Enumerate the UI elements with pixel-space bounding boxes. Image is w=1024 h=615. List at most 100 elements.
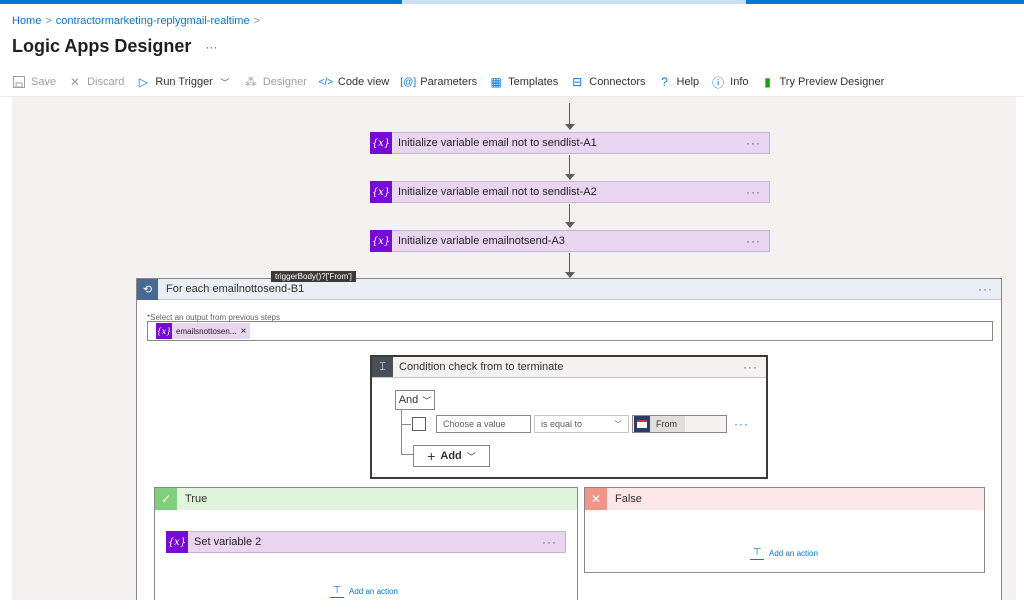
tree-line — [401, 410, 402, 454]
more-options-icon[interactable]: ··· — [743, 360, 766, 374]
parameters-label: Parameters — [420, 76, 478, 88]
add-action-label: Add an action — [769, 548, 818, 558]
action-title: Initialize variable emailnotsend-A3 — [398, 235, 565, 247]
save-button[interactable]: Save — [12, 75, 56, 89]
more-options-icon[interactable]: ··· — [205, 40, 217, 54]
row-checkbox[interactable] — [412, 417, 426, 431]
and-dropdown[interactable]: And ﹀ — [395, 390, 435, 410]
foreach-scope[interactable]: triggerBody()?['From'] ⟲ For each emailn… — [136, 271, 1002, 600]
more-options-icon[interactable]: ··· — [746, 185, 769, 199]
condition-icon: ⌶ — [372, 357, 393, 377]
condition-title: Condition check from to terminate — [399, 361, 564, 373]
more-options-icon[interactable]: ··· — [746, 234, 769, 248]
connector-line — [569, 204, 570, 223]
run-trigger-label: Run Trigger — [155, 76, 213, 88]
condition-card[interactable]: ⌶ Condition check from to terminate ··· … — [370, 355, 768, 479]
save-label: Save — [31, 76, 57, 88]
add-action-icon: ⊤ — [750, 546, 764, 560]
variable-icon: {x} — [370, 181, 392, 203]
templates-icon: ▦ — [490, 75, 502, 89]
connector-line — [569, 155, 570, 175]
action-card-init-a2[interactable]: {x} Initialize variable email not to sen… — [370, 181, 770, 203]
parameters-button[interactable]: [@] Parameters — [400, 75, 478, 89]
close-icon: ✕ — [70, 75, 81, 89]
false-label: False — [615, 493, 642, 505]
from-token-label: From — [656, 419, 677, 429]
info-label: Info — [730, 76, 749, 88]
connector-line — [569, 253, 570, 273]
from-token[interactable]: From — [634, 416, 685, 432]
info-button[interactable]: ⓘ Info — [711, 75, 749, 90]
choose-value-input[interactable]: Choose a value — [436, 415, 531, 433]
connector-arrow — [565, 174, 575, 180]
add-action-icon: ⊤ — [330, 584, 344, 598]
connector-line — [569, 103, 570, 125]
designer-button[interactable]: ⁂ Designer — [244, 75, 307, 89]
add-condition-button[interactable]: + Add ﹀ — [413, 445, 490, 467]
designer-label: Designer — [262, 76, 307, 88]
connectors-button[interactable]: ⊟ Connectors — [570, 75, 645, 89]
token-label: emailsnottosen... — [176, 326, 237, 336]
add-label: Add — [440, 450, 462, 462]
value-input-right[interactable]: From — [632, 415, 727, 433]
more-options-icon[interactable]: ··· — [978, 282, 1001, 296]
more-options-icon[interactable]: ··· — [542, 535, 565, 549]
question-icon: ? — [661, 75, 668, 89]
connectors-icon: ⊟ — [572, 75, 583, 89]
tree-line — [401, 454, 413, 455]
bookmark-icon: ▮ — [764, 75, 771, 89]
true-branch[interactable]: ✓ True {x} Set variable 2 ··· ⊤ Add an a… — [154, 487, 578, 600]
designer-canvas[interactable]: {x} Initialize variable email not to sen… — [12, 97, 1016, 600]
info-icon: ⓘ — [712, 75, 725, 90]
false-branch[interactable]: ✕ False ⊤ Add an action — [584, 487, 985, 573]
add-action-false[interactable]: ⊤ Add an action — [750, 546, 818, 560]
output-token[interactable]: {x} emailsnottosen... × — [156, 323, 251, 339]
run-trigger-button[interactable]: ▷ Run Trigger ﹀ — [136, 75, 231, 89]
variable-icon: {x} — [370, 230, 392, 252]
discard-label: Discard — [87, 76, 125, 88]
variable-icon: {x} — [156, 323, 172, 339]
try-preview-label: Try Preview Designer — [779, 76, 885, 88]
breadcrumb-home[interactable]: Home — [12, 15, 41, 27]
action-card-init-a1[interactable]: {x} Initialize variable email not to sen… — [370, 132, 770, 154]
row-more-icon[interactable]: ··· — [734, 417, 749, 431]
remove-token-icon[interactable]: × — [240, 326, 246, 337]
chevron-down-icon: ﹀ — [466, 451, 476, 462]
code-view-label: Code view — [337, 76, 390, 88]
foreach-header[interactable]: ⟲ For each emailnottosend-B1 ··· — [137, 278, 1001, 300]
page-title: Logic Apps Designer ··· — [12, 36, 217, 57]
templates-label: Templates — [508, 76, 559, 88]
action-card-init-a3[interactable]: {x} Initialize variable emailnotsend-A3 … — [370, 230, 770, 252]
gmail-icon — [634, 416, 650, 432]
condition-header[interactable]: ⌶ Condition check from to terminate ··· — [372, 357, 766, 378]
action-card-set-variable[interactable]: {x} Set variable 2 ··· — [166, 531, 566, 553]
action-title: Set variable 2 — [194, 536, 262, 548]
help-label: Help — [676, 76, 700, 88]
save-icon — [12, 75, 26, 89]
check-icon: ✓ — [155, 488, 177, 510]
breadcrumb-logic-app[interactable]: contractormarketing-replygmail-realtime — [56, 15, 250, 27]
parameters-icon: [@] — [400, 76, 417, 88]
help-button[interactable]: ? Help — [658, 75, 700, 89]
close-icon: ✕ — [585, 488, 607, 510]
select-output-input[interactable]: {x} emailsnottosen... × — [147, 321, 993, 341]
loop-icon: ⟲ — [137, 278, 158, 300]
chevron-down-icon: ﹀ — [614, 420, 622, 429]
breadcrumb-separator: > — [253, 15, 261, 27]
code-view-button[interactable]: </> Code view — [318, 75, 390, 89]
and-label: And — [398, 394, 419, 406]
connector-arrow — [565, 222, 575, 228]
toolbar: Save ✕ Discard ▷ Run Trigger ﹀ ⁂ Designe… — [12, 72, 896, 92]
search-box[interactable] — [402, 0, 746, 4]
true-branch-header: ✓ True — [155, 488, 577, 510]
operator-dropdown[interactable]: is equal to ﹀ — [534, 415, 629, 433]
designer-icon: ⁂ — [244, 75, 257, 89]
code-icon: </> — [318, 76, 334, 88]
variable-icon: {x} — [166, 531, 188, 553]
templates-button[interactable]: ▦ Templates — [489, 75, 558, 89]
add-action-true[interactable]: ⊤ Add an action — [330, 584, 398, 598]
discard-button[interactable]: ✕ Discard — [68, 75, 124, 89]
connector-arrow — [565, 124, 575, 130]
try-preview-button[interactable]: ▮ Try Preview Designer — [761, 75, 885, 89]
more-options-icon[interactable]: ··· — [746, 136, 769, 150]
